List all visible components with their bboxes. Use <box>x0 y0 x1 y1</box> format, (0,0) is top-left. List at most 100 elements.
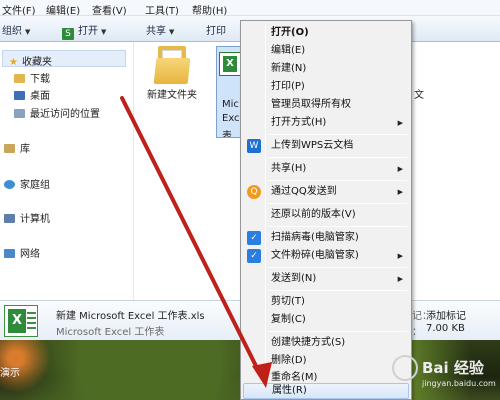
menu-item-cut-label: 剪切(T) <box>271 296 305 307</box>
submenu-arrow-icon: ▶ <box>397 165 403 173</box>
open-label: 打开 <box>78 26 98 37</box>
menu-item-edit[interactable]: 编辑(E) <box>243 42 409 60</box>
details-add-tag[interactable]: 添加标记 <box>426 307 466 322</box>
nav-recent-label: 最近访问的位置 <box>30 109 100 120</box>
menu-item-upload-wps-label: 上传到WPS云文档 <box>271 140 354 151</box>
download-folder-icon <box>14 74 25 83</box>
submenu-arrow-icon: ▶ <box>397 252 403 260</box>
file-label-partial: 文 <box>414 90 424 101</box>
watermark-url: jingyan.baidu.com <box>422 379 496 388</box>
qq-penguin-icon: Q <box>247 185 261 199</box>
excel-file-icon: X <box>4 305 38 337</box>
navigation-pane: ★ 收藏夹 下载 桌面 最近访问的位置 库 家庭组 计算机 网络 <box>0 42 134 300</box>
nav-computer-label: 计算机 <box>20 214 50 225</box>
menu-item-new[interactable]: 新建(N) <box>243 60 409 78</box>
open-icon: S <box>62 28 74 40</box>
nav-recent[interactable]: 最近访问的位置 <box>14 105 100 120</box>
nav-favorites-label: 收藏夹 <box>21 57 52 68</box>
share-label: 共享 <box>146 26 166 37</box>
menu-help[interactable]: 帮助(H) <box>192 2 227 17</box>
details-size-value: 7.00 KB <box>426 323 465 334</box>
selected-file-label-line3: 表 <box>222 131 232 138</box>
nav-desktop[interactable]: 桌面 <box>14 87 50 102</box>
nav-network-label: 网络 <box>20 249 40 260</box>
menu-item-scan-virus-label: 扫描病毒(电脑管家) <box>271 232 359 243</box>
chevron-down-icon: ▼ <box>169 28 175 36</box>
pc-manager-shield-icon: ✓ <box>247 231 261 245</box>
menu-item-restore-versions[interactable]: 还原以前的版本(V) <box>243 206 409 224</box>
baidu-paw-logo-icon <box>392 355 418 381</box>
menu-item-cut[interactable]: 剪切(T) <box>243 293 409 311</box>
nav-libraries-label: 库 <box>20 144 30 155</box>
organize-button[interactable]: 组织 ▼ <box>2 22 30 37</box>
menu-item-send-qq[interactable]: Q 通过QQ发送到 ▶ <box>243 183 409 201</box>
menu-item-upload-wps[interactable]: W 上传到WPS云文档 <box>243 137 409 155</box>
menu-item-properties[interactable]: 属性(R) <box>243 383 409 399</box>
menu-item-edit-label: 编辑(E) <box>271 45 306 56</box>
menu-separator <box>269 134 407 135</box>
pc-manager-shield-icon: ✓ <box>247 249 261 263</box>
baidu-jingyan-watermark: Bai 经验 jingyan.baidu.com <box>392 355 496 395</box>
menu-separator <box>269 331 407 332</box>
menu-separator <box>269 157 407 158</box>
menu-item-open-with-label: 打开方式(H) <box>271 117 327 128</box>
share-button[interactable]: 共享 ▼ <box>146 22 174 37</box>
menu-item-create-shortcut[interactable]: 创建快捷方式(S) <box>243 334 409 352</box>
menu-item-delete[interactable]: 删除(D) <box>243 352 409 370</box>
nav-desktop-label: 桌面 <box>30 91 50 102</box>
menu-item-shred-file[interactable]: ✓ 文件粉碎(电脑管家) ▶ <box>243 247 409 265</box>
menu-item-copy[interactable]: 复制(C) <box>243 311 409 329</box>
menu-item-open[interactable]: 打开(O) <box>243 24 409 42</box>
menu-view[interactable]: 查看(V) <box>92 2 127 17</box>
chevron-down-icon: ▼ <box>101 28 107 36</box>
nav-downloads-label: 下载 <box>30 74 50 85</box>
menu-item-print-label: 打印(P) <box>271 81 305 92</box>
menu-tools[interactable]: 工具(T) <box>145 2 179 17</box>
menu-file[interactable]: 文件(F) <box>2 2 36 17</box>
menu-item-take-ownership-label: 管理员取得所有权 <box>271 99 351 110</box>
menu-item-new-label: 新建(N) <box>271 63 307 74</box>
nav-favorites[interactable]: ★ 收藏夹 <box>2 50 126 68</box>
homegroup-icon <box>4 180 15 189</box>
nav-libraries[interactable]: 库 <box>4 140 30 155</box>
menu-item-delete-label: 删除(D) <box>271 355 307 366</box>
nav-homegroup[interactable]: 家庭组 <box>4 176 50 191</box>
menu-item-open-label: 打开(O) <box>271 27 309 38</box>
menu-item-open-with[interactable]: 打开方式(H) ▶ <box>243 114 409 132</box>
submenu-arrow-icon: ▶ <box>397 188 403 196</box>
nav-computer[interactable]: 计算机 <box>4 210 50 225</box>
menu-item-restore-versions-label: 还原以前的版本(V) <box>271 209 356 220</box>
menu-item-send-qq-label: 通过QQ发送到 <box>271 186 337 197</box>
menu-separator <box>269 203 407 204</box>
library-icon <box>4 144 15 153</box>
open-button[interactable]: S 打开 ▼ <box>62 22 106 40</box>
menu-item-create-shortcut-label: 创建快捷方式(S) <box>271 337 346 348</box>
menu-item-copy-label: 复制(C) <box>271 314 306 325</box>
menu-item-print[interactable]: 打印(P) <box>243 78 409 96</box>
nav-network[interactable]: 网络 <box>4 245 40 260</box>
new-folder-label[interactable]: 新建文件夹 <box>147 86 197 101</box>
menu-separator <box>269 180 407 181</box>
chevron-down-icon: ▼ <box>25 28 31 36</box>
print-label: 打印 <box>206 26 226 37</box>
nav-downloads[interactable]: 下载 <box>14 70 50 85</box>
menu-item-send-to[interactable]: 发送到(N) ▶ <box>243 270 409 288</box>
menu-item-take-ownership[interactable]: 管理员取得所有权 <box>243 96 409 114</box>
menu-bar: 文件(F) 编辑(E) 查看(V) 工具(T) 帮助(H) <box>0 0 500 17</box>
folder-icon[interactable] <box>153 46 191 84</box>
print-button[interactable]: 打印 <box>206 22 226 37</box>
menu-separator <box>269 226 407 227</box>
network-icon <box>4 249 15 258</box>
menu-item-share[interactable]: 共享(H) ▶ <box>243 160 409 178</box>
selected-file-label-line1: Mic <box>222 99 239 110</box>
menu-separator <box>269 267 407 268</box>
computer-icon <box>4 214 15 223</box>
menu-item-scan-virus[interactable]: ✓ 扫描病毒(电脑管家) <box>243 229 409 247</box>
menu-item-share-label: 共享(H) <box>271 163 307 174</box>
desktop-icon <box>14 91 25 100</box>
star-icon: ★ <box>9 57 18 68</box>
menu-edit[interactable]: 编辑(E) <box>46 2 80 17</box>
context-menu: 打开(O) 编辑(E) 新建(N) 打印(P) 管理员取得所有权 打开方式(H)… <box>240 20 412 400</box>
recent-places-icon <box>14 109 25 118</box>
menu-item-send-to-label: 发送到(N) <box>271 273 317 284</box>
